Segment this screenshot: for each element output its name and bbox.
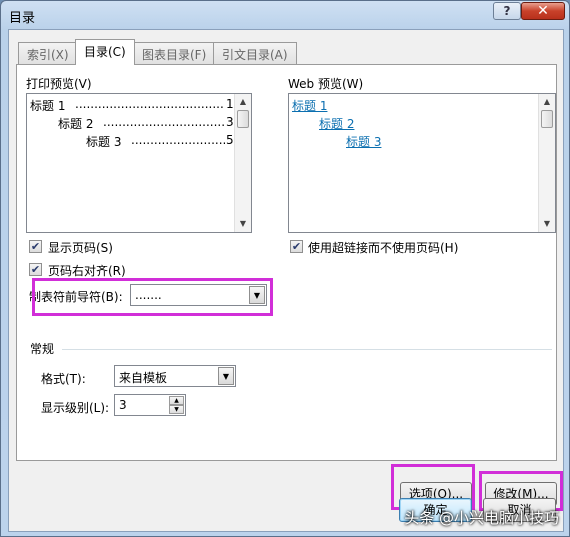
scroll-thumb[interactable] [541,110,553,128]
watermark: 头条 @小兴电脑小技巧 [404,509,559,527]
use-hyperlinks-label: 使用超链接而不使用页码(H) [308,241,459,255]
format-label: 格式(T): [41,372,86,386]
tab-toc[interactable]: 目录(C) [75,39,135,65]
web-entry-1[interactable]: 标题 1 [292,97,327,114]
print-entry-1-text: 标题 1 [30,99,66,113]
web-entry-3[interactable]: 标题 3 [346,133,381,150]
tab-citations[interactable]: 引文目录(A) [213,42,297,64]
show-page-numbers-label: 显示页码(S) [48,241,113,255]
scroll-down-arrow-icon[interactable]: ▼ [235,216,251,232]
close-button[interactable]: ✕ [521,2,565,20]
right-align-checkbox[interactable]: ✔ [29,263,42,276]
print-entry-1-page: 1 [226,97,234,111]
print-entry-3-page: 5 [226,133,234,147]
levels-spinner[interactable]: 3 ▲ ▼ [114,394,186,416]
web-preview-label: Web 预览(W) [288,77,364,91]
tab-index[interactable]: 索引(X) [18,42,78,64]
title-bar[interactable]: 目录 ? ✕ [1,1,569,29]
general-separator [62,349,552,350]
tab-figures[interactable]: 图表目录(F) [133,42,216,64]
scroll-down-arrow-icon[interactable]: ▼ [539,216,555,232]
use-hyperlinks-checkbox[interactable]: ✔ [290,240,303,253]
toc-tab-panel: 打印预览(V) 标题 1 ...........................… [16,64,563,511]
spin-up-icon[interactable]: ▲ [169,396,184,405]
scroll-thumb[interactable] [237,110,249,128]
web-entry-2[interactable]: 标题 2 [319,115,354,132]
dialog-body: 索引(X) 目录(C) 图表目录(F) 引文目录(A) 打印预览(V) 标题 1… [8,29,564,532]
right-align-label: 页码右对齐(R) [48,264,126,278]
spin-down-icon[interactable]: ▼ [169,405,184,414]
levels-label: 显示级别(L): [41,401,110,415]
print-preview-box: 标题 1 ...................................… [26,93,252,233]
show-page-numbers-checkbox[interactable]: ✔ [29,240,42,253]
print-entry-2-page: 3 [226,115,234,129]
print-entry-2-leader: ........................................… [103,115,225,129]
web-preview-scrollbar[interactable]: ▲ ▼ [538,94,555,232]
format-select[interactable]: 来自模板 ▼ [114,365,236,387]
dialog-title: 目录 [9,11,36,26]
general-group-label: 常规 [30,342,55,356]
web-preview-box: 标题 1 标题 2 标题 3 ▲ ▼ [288,93,556,233]
highlight-tab-leader [32,278,273,316]
dialog-window: 目录 ? ✕ 索引(X) 目录(C) 图表目录(F) 引文目录(A) 打印预览(… [0,0,570,537]
print-entry-1-leader: ........................................… [75,97,225,111]
levels-value: 3 [119,398,127,412]
format-value: 来自模板 [119,371,168,385]
print-entry-3-text: 标题 3 [86,135,122,149]
scroll-up-arrow-icon[interactable]: ▲ [539,94,555,110]
print-entry-3-leader: ........................................… [131,133,225,147]
print-preview-scrollbar[interactable]: ▲ ▼ [234,94,251,232]
print-preview-label: 打印预览(V) [26,77,92,91]
chevron-down-icon[interactable]: ▼ [218,367,234,385]
help-button[interactable]: ? [493,2,521,20]
print-entry-2-text: 标题 2 [58,117,94,131]
scroll-up-arrow-icon[interactable]: ▲ [235,94,251,110]
